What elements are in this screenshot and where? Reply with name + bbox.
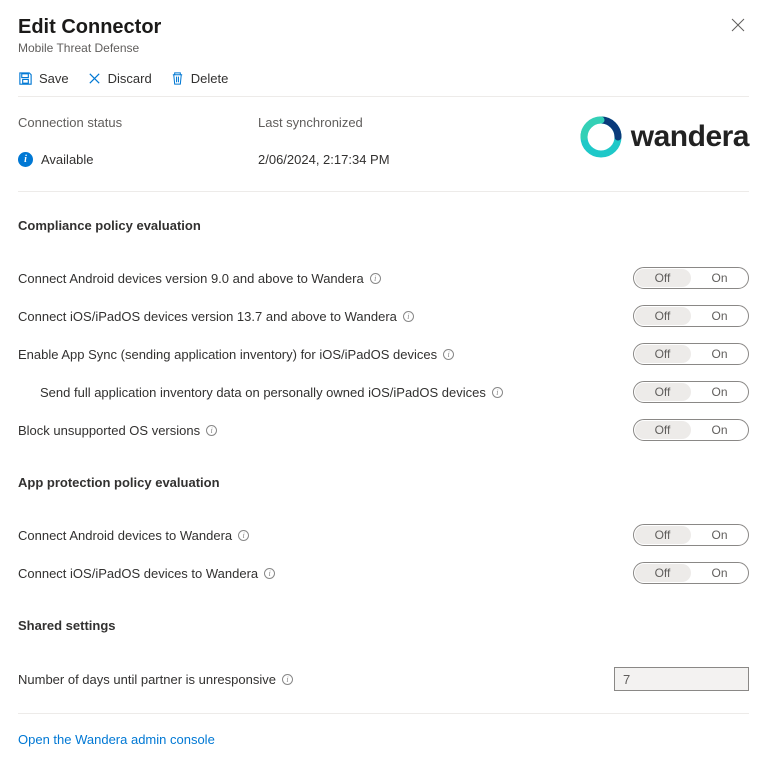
row-label: Connect Android devices to Wandera xyxy=(18,528,232,543)
discard-icon xyxy=(87,71,102,86)
toggle-android-app-protection[interactable]: Off On xyxy=(633,524,749,546)
info-icon[interactable]: i xyxy=(282,674,293,685)
delete-icon xyxy=(170,71,185,86)
info-icon: i xyxy=(18,152,33,167)
info-icon[interactable]: i xyxy=(443,349,454,360)
save-button[interactable]: Save xyxy=(18,71,69,86)
toggle-off-label: Off xyxy=(634,309,691,323)
toggle-on-label: On xyxy=(691,423,748,437)
toggle-off-label: Off xyxy=(634,385,691,399)
row-label: Connect iOS/iPadOS devices version 13.7 … xyxy=(18,309,397,324)
toggle-app-sync[interactable]: Off On xyxy=(633,343,749,365)
connection-status-value: Available xyxy=(41,152,94,167)
row-block-unsupported: Block unsupported OS versions i Off On xyxy=(18,411,749,449)
open-admin-console-link[interactable]: Open the Wandera admin console xyxy=(18,732,215,747)
vendor-logo: wandera xyxy=(579,115,749,159)
row-android-compliance: Connect Android devices version 9.0 and … xyxy=(18,259,749,297)
row-ios-compliance: Connect iOS/iPadOS devices version 13.7 … xyxy=(18,297,749,335)
info-icon[interactable]: i xyxy=(206,425,217,436)
row-app-sync: Enable App Sync (sending application inv… xyxy=(18,335,749,373)
close-icon xyxy=(731,18,745,32)
row-label: Number of days until partner is unrespon… xyxy=(18,672,276,687)
row-label: Connect iOS/iPadOS devices to Wandera xyxy=(18,566,258,581)
row-label: Connect Android devices version 9.0 and … xyxy=(18,271,364,286)
close-button[interactable] xyxy=(727,16,749,39)
delete-button[interactable]: Delete xyxy=(170,71,229,86)
toggle-on-label: On xyxy=(691,347,748,361)
vendor-logo-text: wandera xyxy=(631,120,749,154)
page-subtitle: Mobile Threat Defense xyxy=(18,41,161,55)
row-android-app-protection: Connect Android devices to Wandera i Off… xyxy=(18,516,749,554)
toggle-android-compliance[interactable]: Off On xyxy=(633,267,749,289)
row-full-inventory: Send full application inventory data on … xyxy=(18,373,749,411)
toggle-off-label: Off xyxy=(634,271,691,285)
section-app-protection: App protection policy evaluation xyxy=(18,475,749,490)
toggle-ios-app-protection[interactable]: Off On xyxy=(633,562,749,584)
toggle-ios-compliance[interactable]: Off On xyxy=(633,305,749,327)
toggle-off-label: Off xyxy=(634,423,691,437)
save-label: Save xyxy=(39,71,69,86)
discard-label: Discard xyxy=(108,71,152,86)
section-compliance: Compliance policy evaluation xyxy=(18,218,749,233)
info-icon[interactable]: i xyxy=(403,311,414,322)
discard-button[interactable]: Discard xyxy=(87,71,152,86)
info-icon[interactable]: i xyxy=(264,568,275,579)
toggle-off-label: Off xyxy=(634,347,691,361)
toggle-on-label: On xyxy=(691,309,748,323)
row-label: Block unsupported OS versions xyxy=(18,423,200,438)
row-unresponsive-days: Number of days until partner is unrespon… xyxy=(18,659,749,699)
section-shared: Shared settings xyxy=(18,618,749,633)
connection-status-label: Connection status xyxy=(18,115,258,130)
toggle-on-label: On xyxy=(691,385,748,399)
row-label: Send full application inventory data on … xyxy=(40,385,486,400)
wandera-logo-icon xyxy=(579,115,623,159)
row-ios-app-protection: Connect iOS/iPadOS devices to Wandera i … xyxy=(18,554,749,592)
toggle-off-label: Off xyxy=(634,528,691,542)
info-icon[interactable]: i xyxy=(238,530,249,541)
delete-label: Delete xyxy=(191,71,229,86)
save-icon xyxy=(18,71,33,86)
row-label: Enable App Sync (sending application inv… xyxy=(18,347,437,362)
toggle-on-label: On xyxy=(691,566,748,580)
unresponsive-days-input[interactable] xyxy=(614,667,749,691)
toggle-off-label: Off xyxy=(634,566,691,580)
info-icon[interactable]: i xyxy=(370,273,381,284)
toggle-on-label: On xyxy=(691,271,748,285)
last-synchronized-value: 2/06/2024, 2:17:34 PM xyxy=(258,152,390,167)
last-synchronized-label: Last synchronized xyxy=(258,115,498,130)
page-title: Edit Connector xyxy=(18,16,161,39)
toggle-on-label: On xyxy=(691,528,748,542)
toggle-block-unsupported[interactable]: Off On xyxy=(633,419,749,441)
toolbar: Save Discard Delete xyxy=(18,71,749,97)
info-icon[interactable]: i xyxy=(492,387,503,398)
toggle-full-inventory[interactable]: Off On xyxy=(633,381,749,403)
